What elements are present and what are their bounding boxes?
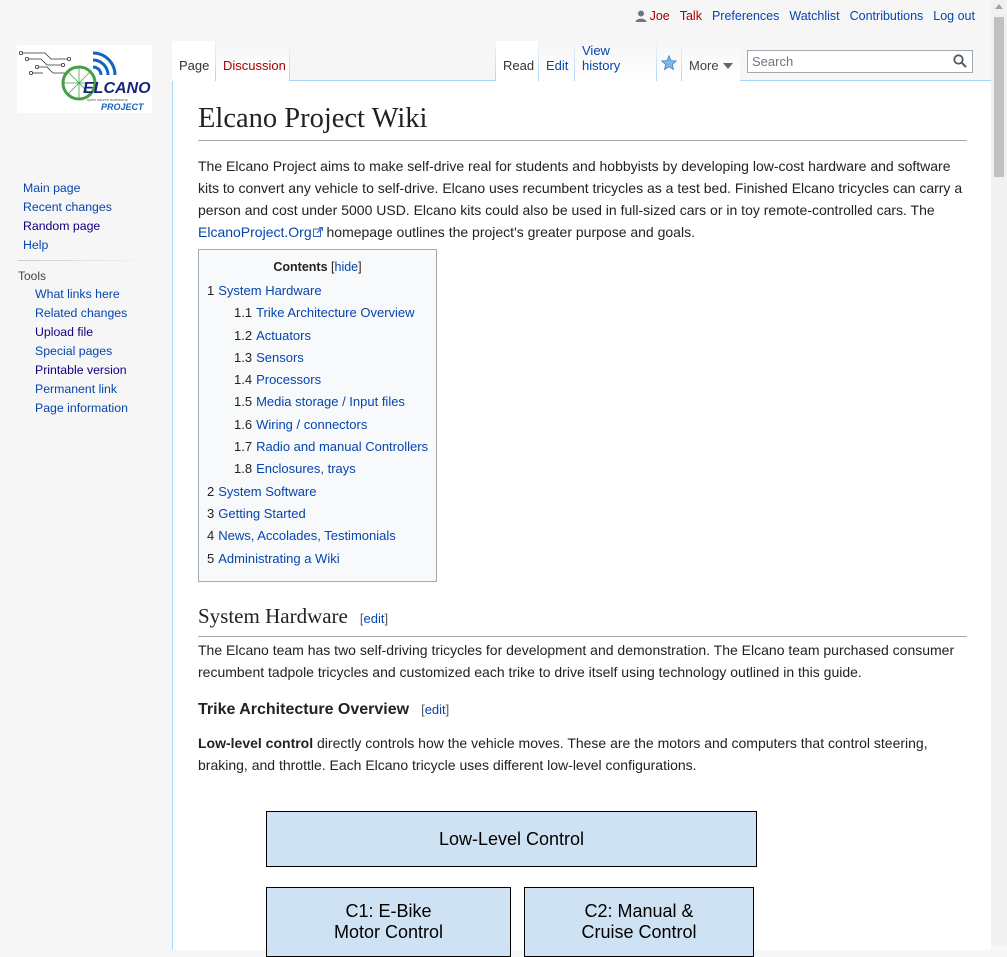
toc-item[interactable]: 1.5 Media storage / Input files: [234, 394, 405, 409]
edit-section-link[interactable]: edit: [364, 611, 385, 626]
view-history-link[interactable]: View history: [582, 43, 649, 73]
table-of-contents: Contents [hide] 1 System Hardware 1.1 Trik…: [198, 249, 437, 582]
architecture-paragraph: Low-level control directly controls how …: [198, 735, 928, 773]
toc-item[interactable]: 1.8 Enclosures, trays: [234, 461, 356, 476]
toc-list: 1 System Hardware 1.1 Trike Architecture O…: [199, 280, 436, 570]
sidebar-item-upload-file[interactable]: Upload file: [35, 325, 93, 339]
toc-item[interactable]: 3 Getting Started: [207, 506, 306, 521]
discussion-link[interactable]: Discussion: [223, 58, 286, 73]
toc-toggle: [hide]: [331, 260, 362, 274]
elcano-logo: ELCANO open source autonomy PROJECT: [19, 51, 151, 112]
talk-link[interactable]: Talk: [680, 9, 702, 23]
sidebar-item-printable-version[interactable]: Printable version: [35, 363, 127, 377]
toc-title: Contents: [273, 260, 328, 274]
toc-item[interactable]: 2 System Software: [207, 484, 317, 499]
sidebar-divider: [18, 260, 150, 261]
scrollbar-thumb[interactable]: [994, 17, 1004, 177]
sidebar-item-permanent-link[interactable]: Permanent link: [35, 382, 117, 396]
tab-view-history[interactable]: View history: [575, 41, 656, 81]
scroll-up-icon[interactable]: [995, 4, 1003, 9]
sidebar-item-what-links-here[interactable]: What links here: [35, 287, 120, 301]
toc-item[interactable]: 4 News, Accolades, Testimonials: [207, 528, 396, 543]
search-box: [747, 50, 973, 73]
watch-star-button[interactable]: [657, 41, 681, 81]
toc-title-row: Contents [hide]: [199, 260, 436, 280]
intro-tail: homepage outlines the project's greater …: [322, 224, 695, 240]
sidebar-item-help[interactable]: Help: [23, 238, 48, 252]
elcano-project-org-link[interactable]: ElcanoProject.Org: [198, 224, 323, 240]
sidebar-item-main-page[interactable]: Main page: [23, 181, 80, 195]
toc-item[interactable]: 1.7 Radio and manual Controllers: [234, 439, 428, 454]
sidebar-item-related-changes[interactable]: Related changes: [35, 306, 127, 320]
edit-link[interactable]: Edit: [546, 58, 568, 73]
more-menu[interactable]: More: [682, 41, 740, 81]
sidebar-main-menu: Main page Recent changes Random page Hel…: [0, 181, 160, 257]
sidebar-item-page-information[interactable]: Page information: [35, 401, 128, 415]
logo-project: PROJECT: [101, 102, 145, 112]
tab-discussion[interactable]: Discussion: [216, 41, 289, 81]
user-icon: [635, 10, 647, 22]
section-edit: [edit]: [359, 611, 389, 626]
toc-item[interactable]: 1.2 Actuators: [234, 328, 311, 343]
toc-item[interactable]: 1 System Hardware: [207, 283, 322, 298]
sidebar-tools-menu: What links here Related changes Upload f…: [0, 285, 160, 418]
tab-edit[interactable]: Edit: [539, 41, 574, 81]
tab-separator: [289, 41, 290, 81]
section-heading-system-hardware: System Hardware [edit]: [198, 601, 967, 637]
toc-item[interactable]: 5 Administrating a Wiki: [207, 551, 340, 566]
sidebar-tools-heading: Tools: [18, 269, 47, 283]
personal-tools: Joe Talk Preferences Watchlist Contribut…: [635, 9, 975, 23]
sidebar-item-recent-changes[interactable]: Recent changes: [23, 200, 112, 214]
toc-item[interactable]: 1.6 Wiring / connectors: [234, 417, 367, 432]
intro-paragraph: The Elcano Project aims to make self-dri…: [198, 155, 967, 243]
sidebar-item-random-page[interactable]: Random page: [23, 219, 100, 233]
sidebar-item-special-pages[interactable]: Special pages: [35, 344, 112, 358]
toc-item[interactable]: 1.3 Sensors: [234, 350, 304, 365]
contributions-link[interactable]: Contributions: [850, 9, 924, 23]
user-page-link[interactable]: Joe: [650, 9, 670, 23]
tab-read[interactable]: Read: [496, 41, 538, 81]
section-edit: [edit]: [421, 702, 450, 717]
external-link-icon: [312, 227, 323, 237]
edit-section-link[interactable]: edit: [425, 702, 446, 717]
diagram-c2-manual-cruise: C2: Manual & Cruise Control: [524, 887, 754, 957]
star-icon: [661, 55, 677, 71]
toc-hide-link[interactable]: hide: [335, 260, 359, 274]
tab-page[interactable]: Page: [172, 41, 215, 81]
preferences-link[interactable]: Preferences: [712, 9, 779, 23]
chevron-down-icon: [722, 63, 733, 69]
hardware-paragraph: The Elcano team has two self-driving tri…: [198, 642, 955, 680]
main-content: Elcano Project Wiki The Elcano Project a…: [172, 80, 991, 957]
page-scrollbar[interactable]: [991, 0, 1007, 945]
watchlist-link[interactable]: Watchlist: [789, 9, 839, 23]
page-title: Elcano Project Wiki: [198, 101, 967, 141]
search-icon[interactable]: [953, 54, 967, 68]
logout-link[interactable]: Log out: [933, 9, 975, 23]
site-logo[interactable]: ELCANO open source autonomy PROJECT: [17, 45, 152, 113]
toc-item[interactable]: 1.4 Processors: [234, 372, 321, 387]
sidebar: Main page Recent changes Random page Hel…: [0, 181, 160, 418]
toc-item[interactable]: 1.1 Trike Architecture Overview: [234, 305, 415, 320]
section-heading-trike-architecture: Trike Architecture Overview [edit]: [198, 701, 450, 718]
search-input[interactable]: [748, 51, 947, 72]
intro-text: The Elcano Project aims to make self-dri…: [198, 158, 963, 218]
diagram-low-level-control: Low-Level Control: [266, 811, 757, 867]
logo-wordmark: ELCANO: [83, 80, 151, 97]
diagram-c1-ebike: C1: E-Bike Motor Control: [266, 887, 511, 957]
